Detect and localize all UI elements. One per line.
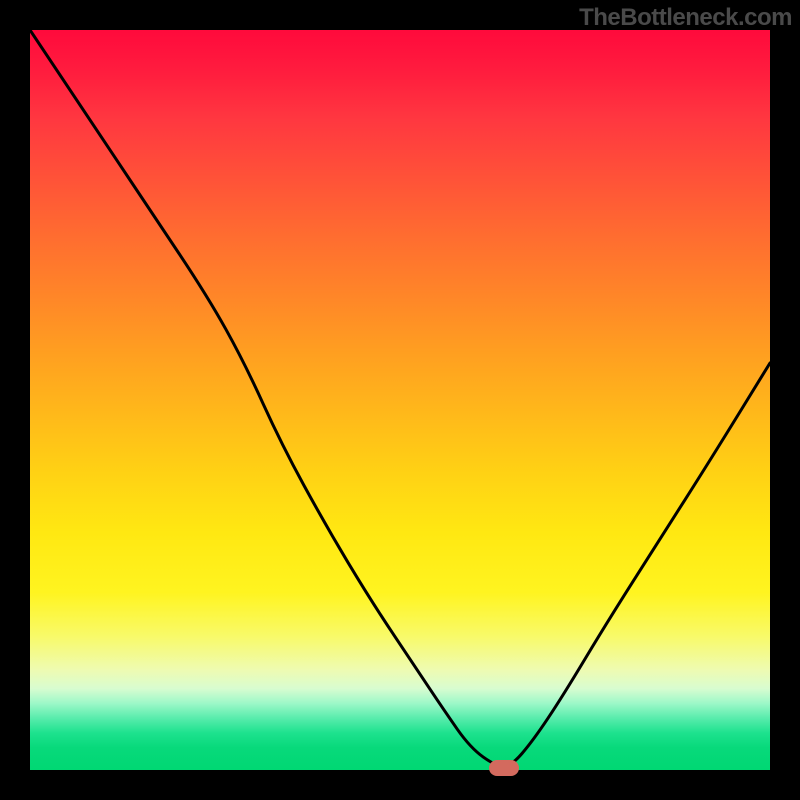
optimal-point-marker bbox=[489, 760, 519, 776]
bottleneck-chart bbox=[30, 30, 770, 770]
watermark-text: TheBottleneck.com bbox=[579, 4, 792, 32]
bottleneck-curve-svg bbox=[30, 30, 770, 770]
bottleneck-curve-path bbox=[30, 30, 770, 766]
